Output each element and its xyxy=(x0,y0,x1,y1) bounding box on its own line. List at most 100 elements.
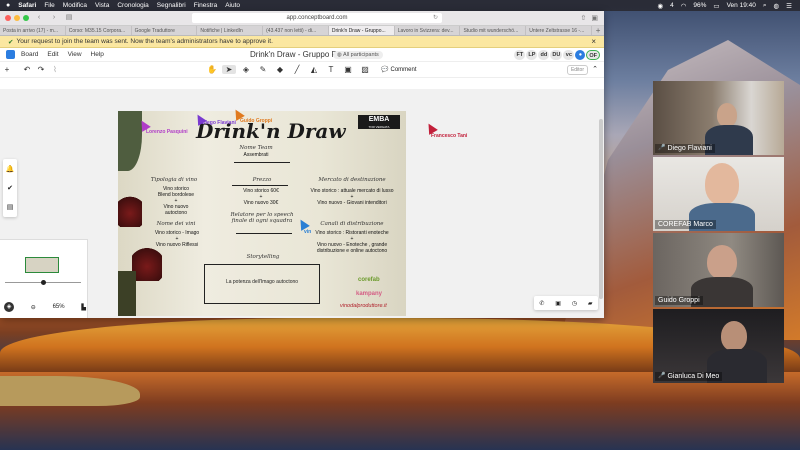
bell-icon[interactable]: 🔔 xyxy=(6,165,15,173)
line-icon[interactable]: ╱ xyxy=(290,65,304,74)
notes-icon[interactable]: ▤ xyxy=(7,203,14,211)
battery-icon[interactable]: ▭ xyxy=(713,2,719,10)
wifi-icon[interactable]: ◠ xyxy=(681,2,687,10)
chevron-left-icon[interactable]: ‹ xyxy=(34,14,44,22)
camera-icon[interactable]: ▣ xyxy=(555,300,561,307)
self-avatar[interactable]: OF xyxy=(586,50,600,60)
compass-icon[interactable]: ◈ xyxy=(4,302,14,312)
pen-icon[interactable]: ✎ xyxy=(256,65,270,74)
chevron-right-icon[interactable]: › xyxy=(49,14,59,22)
cursor-label: Lorenzo Pasquini xyxy=(146,129,188,135)
menu-window[interactable]: Finestra xyxy=(194,2,217,9)
minimap-viewport[interactable] xyxy=(25,257,59,273)
storytelling-box: La potenza dell'Imago autoctono xyxy=(204,264,320,304)
share-icon[interactable]: ⇧ xyxy=(581,14,587,22)
search-icon[interactable]: ⌕ xyxy=(763,2,767,10)
chevron-up-icon[interactable]: ⌃ xyxy=(592,65,598,73)
board-canvas[interactable]: 🔔 ✔ ▤ Drink'n Draw EMBA TOR VERGATA Nome … xyxy=(0,89,604,318)
video-tile[interactable]: COREFAB Marco xyxy=(653,157,784,231)
zoom-slider-knob[interactable] xyxy=(41,280,46,285)
zoom-out-icon[interactable]: ⊖ xyxy=(31,304,36,311)
tabs-overview-icon[interactable]: ▣ xyxy=(591,14,598,22)
address-bar[interactable]: app.conceptboard.com ↻ xyxy=(192,13,442,23)
menu-app-name[interactable]: Safari xyxy=(18,2,36,9)
menu-history[interactable]: Cronologia xyxy=(117,2,148,9)
tab-3[interactable]: Notifiche | LinkedIn xyxy=(197,26,264,35)
menu-view[interactable]: Vista xyxy=(95,2,109,9)
minimize-window-button[interactable] xyxy=(14,15,20,21)
menu-edit[interactable]: Modifica xyxy=(63,2,87,9)
nome-team-label: Nome Team xyxy=(239,145,273,151)
relatore-label: Relatore per lo speech finale di ogni sq… xyxy=(230,212,294,224)
zoom-level[interactable]: 65% xyxy=(53,304,65,310)
tab-6[interactable]: Lavoro in Svizzera: dev... xyxy=(395,26,461,35)
participants-label: All participants xyxy=(343,52,379,58)
sidebar-icon[interactable]: ▤ xyxy=(64,14,74,22)
apple-icon[interactable]: ● xyxy=(6,2,10,9)
clock[interactable]: Ven 19:40 xyxy=(727,2,756,9)
avatar[interactable]: DU xyxy=(550,50,563,60)
pointer-icon[interactable]: ➤ xyxy=(222,65,236,74)
timer-icon[interactable]: ◷ xyxy=(572,300,577,307)
reload-icon[interactable]: ↻ xyxy=(433,13,438,23)
sticky-note-icon[interactable]: ▣ xyxy=(341,65,355,74)
storytelling-value: La potenza dell'Imago autoctono xyxy=(225,279,299,285)
tab-8[interactable]: Untere Zeltstrasse 16 -... xyxy=(526,26,593,35)
text-icon[interactable]: T xyxy=(324,65,338,74)
safari-window: ‹ › ▤ app.conceptboard.com ↻ ⇧ ▣ Posta i… xyxy=(0,11,604,318)
tab-2[interactable]: Google Traduttore xyxy=(132,26,198,35)
avatar[interactable]: LP xyxy=(526,50,538,60)
tab-0[interactable]: Posta in arrivo (17) - m... xyxy=(0,26,66,35)
all-participants-button[interactable]: ◍ All participants xyxy=(333,51,383,59)
undo-icon[interactable]: ↶ xyxy=(20,65,34,74)
menu-help[interactable]: Aiuto xyxy=(225,2,240,9)
redo-icon[interactable]: ↷ xyxy=(34,65,48,74)
tab-5[interactable]: Drink'n Draw - Gruppo... xyxy=(328,26,395,35)
tab-1[interactable]: Corso: M35.15 Corpora... xyxy=(66,26,132,35)
menu-edit-app[interactable]: Edit xyxy=(47,51,58,58)
board-content-image[interactable]: Drink'n Draw EMBA TOR VERGATA Nome Team A… xyxy=(118,111,406,316)
avatar[interactable]: vc xyxy=(563,50,575,60)
participant-name: Guido Groppi xyxy=(658,297,700,304)
image-icon[interactable]: ▨ xyxy=(358,65,372,74)
close-icon[interactable]: × xyxy=(591,37,596,46)
chat-icon[interactable]: ▰ xyxy=(588,300,593,307)
editor-role-badge[interactable]: Editor xyxy=(566,65,588,75)
wine-bottle-image xyxy=(118,271,136,316)
checklist-icon[interactable]: ✔ xyxy=(7,184,13,192)
video-tile[interactable]: Guido Groppi xyxy=(653,233,784,307)
presentation-icon[interactable]: ▙ xyxy=(81,304,86,311)
menu-view-app[interactable]: View xyxy=(68,51,82,58)
menu-board[interactable]: Board xyxy=(21,51,38,58)
comment-button[interactable]: 💬 Comment xyxy=(381,66,417,74)
tab-7[interactable]: Studio mit wunderschö... xyxy=(460,26,527,35)
menu-file[interactable]: File xyxy=(44,2,54,9)
user-icon[interactable]: ● xyxy=(575,50,586,60)
hand-icon[interactable]: ✋ xyxy=(205,65,219,74)
shapes-icon[interactable]: ◭ xyxy=(307,65,321,74)
video-tile[interactable]: 🎤 Diego Flaviani xyxy=(653,81,784,155)
new-tab-button[interactable]: + xyxy=(592,26,604,35)
tab-4[interactable]: (43.437 non letti) - di... xyxy=(263,26,329,35)
phone-icon[interactable]: ✆ xyxy=(539,300,544,307)
avatar[interactable]: FT xyxy=(514,50,526,60)
eraser-icon[interactable]: ◈ xyxy=(239,65,253,74)
add-icon[interactable]: + xyxy=(0,65,14,74)
siri-icon[interactable]: ◍ xyxy=(774,2,780,10)
video-name-label: 🎤 Gianluca Di Meo xyxy=(655,372,723,381)
conceptboard-logo[interactable] xyxy=(6,50,15,59)
format-painter-icon[interactable]: ⌇ xyxy=(48,65,62,74)
menu-help-app[interactable]: Help xyxy=(91,51,104,58)
vertical-scrollbar[interactable] xyxy=(599,119,603,299)
board-title[interactable]: Drink'n Draw - Gruppo F xyxy=(250,50,336,59)
video-tile[interactable]: 🎤 Gianluca Di Meo xyxy=(653,309,784,383)
avatar[interactable]: dd xyxy=(538,50,550,60)
notification-icon[interactable]: ◉ xyxy=(657,2,663,10)
close-window-button[interactable] xyxy=(5,15,11,21)
zoom-window-button[interactable] xyxy=(23,15,29,21)
zoom-slider[interactable] xyxy=(5,280,81,285)
divider xyxy=(232,185,288,186)
menu-bookmarks[interactable]: Segnalibri xyxy=(157,2,186,9)
list-icon[interactable]: ☰ xyxy=(786,2,792,10)
highlighter-icon[interactable]: ◆ xyxy=(273,65,287,74)
